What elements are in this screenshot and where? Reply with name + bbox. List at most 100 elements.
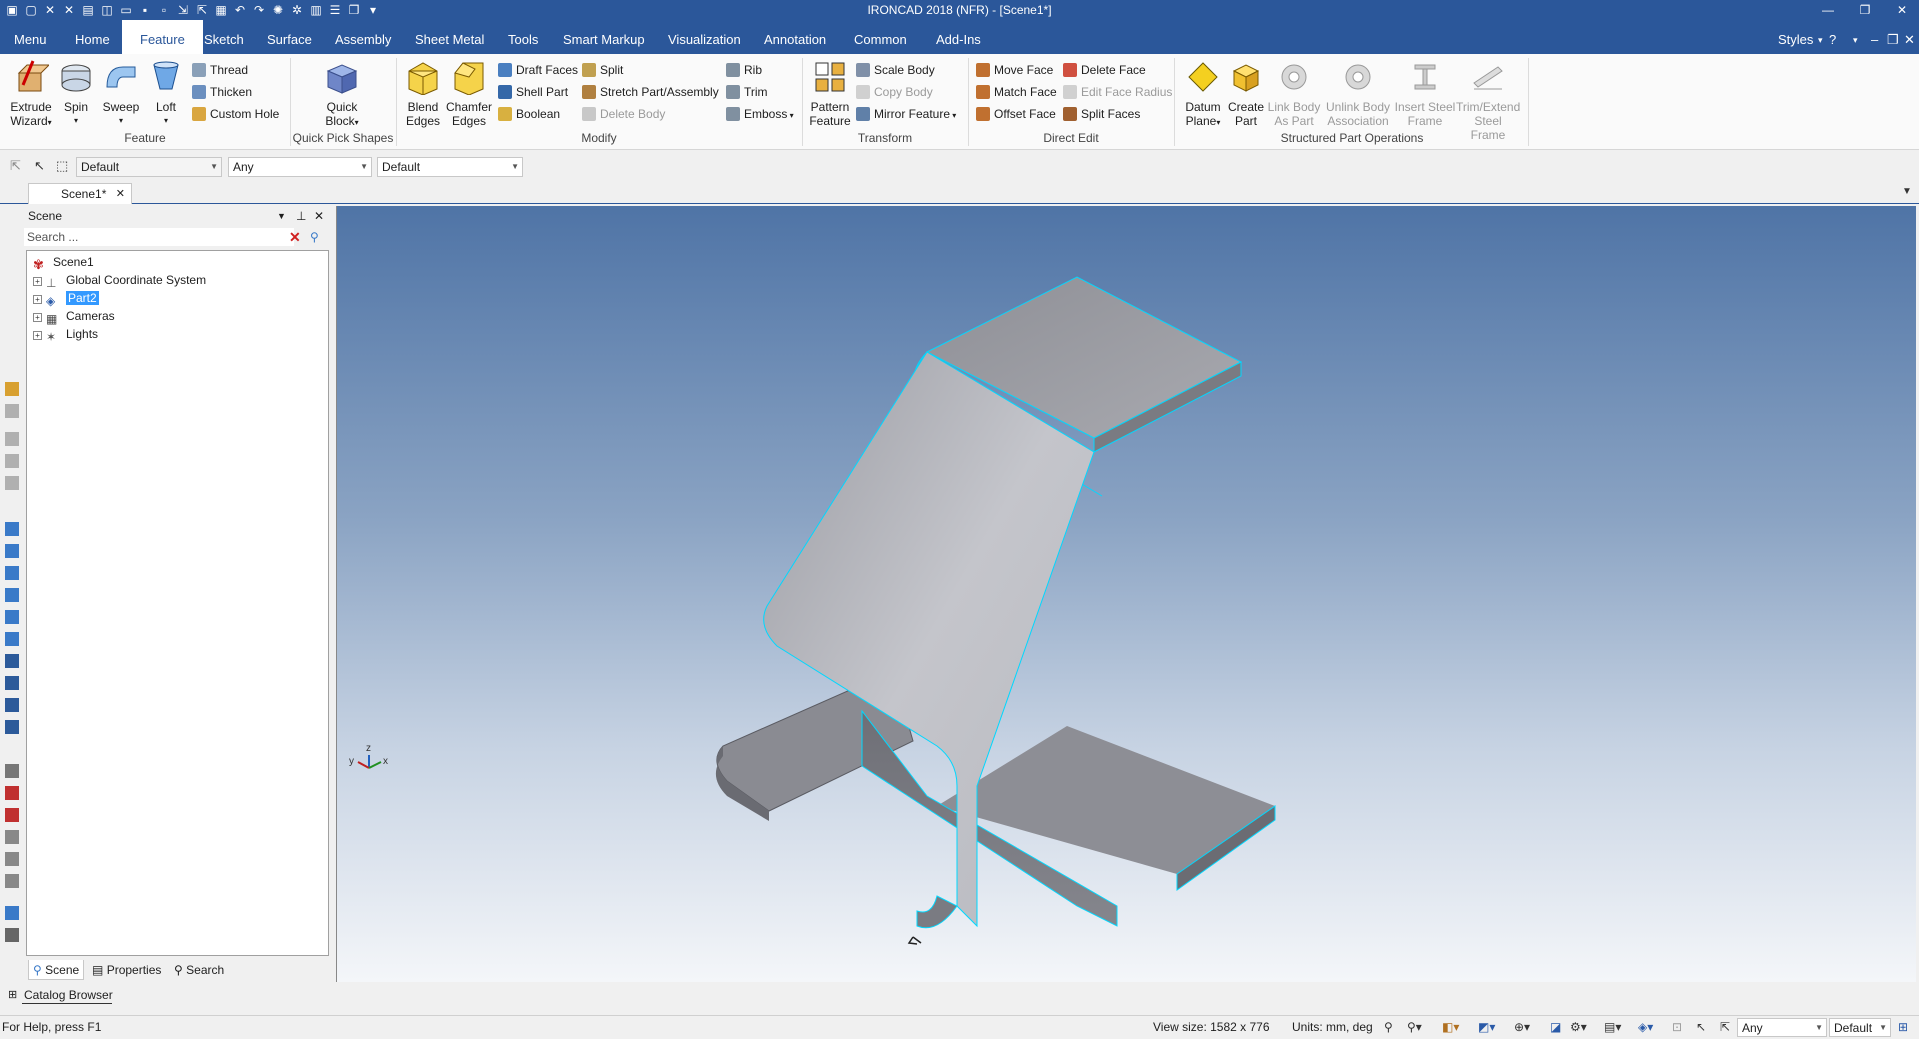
disabled-tool-icon[interactable]: ⊡ xyxy=(1672,1016,1682,1038)
zoom-dropdown-icon[interactable]: ⚲▾ xyxy=(1407,1016,1422,1038)
network-icon[interactable]: ⊞ xyxy=(1898,1016,1908,1038)
delete-body-button[interactable]: Delete Body xyxy=(582,105,665,123)
catalog-browser-button[interactable]: Catalog Browser xyxy=(24,986,113,1004)
tab-home[interactable]: Home xyxy=(71,20,114,54)
trim-button[interactable]: Trim xyxy=(726,83,768,101)
thicken-button[interactable]: Thicken xyxy=(192,83,252,101)
status-filter-combo[interactable]: Any ▼ xyxy=(1737,1018,1827,1037)
create-part-button[interactable]: Create Part xyxy=(1226,59,1266,128)
tree-item-cameras[interactable]: + ▦ Cameras xyxy=(33,307,115,326)
tool-icon[interactable] xyxy=(5,544,19,558)
thread-button[interactable]: Thread xyxy=(192,61,248,79)
scene-search-input[interactable]: Search ... xyxy=(24,228,294,246)
mirror-feature-button[interactable]: Mirror Feature ▾ xyxy=(856,105,956,123)
tab-common[interactable]: Common xyxy=(850,20,911,54)
tool-dropdown-icon[interactable]: ⚙▾ xyxy=(1570,1016,1587,1038)
tool-icon[interactable] xyxy=(5,830,19,844)
chamfer-edges-button[interactable]: Chamfer Edges xyxy=(446,59,492,128)
select-icon[interactable]: ⇱ xyxy=(10,158,26,174)
tool-icon[interactable] xyxy=(5,928,19,942)
offset-face-button[interactable]: Offset Face xyxy=(976,105,1056,123)
tool-icon[interactable] xyxy=(5,476,19,490)
datum-plane-button[interactable]: Datum Plane▾ xyxy=(1180,59,1226,130)
expand-icon[interactable]: + xyxy=(33,277,42,286)
doc-minimize-icon[interactable]: – xyxy=(1871,20,1878,54)
tool-icon[interactable] xyxy=(5,654,19,668)
tool-icon[interactable] xyxy=(5,874,19,888)
tool-icon[interactable] xyxy=(5,852,19,866)
extrude-wizard-button[interactable]: Extrude Wizard▾ xyxy=(8,59,54,130)
close-tab-icon[interactable]: ✕ xyxy=(116,184,125,204)
move-face-button[interactable]: Move Face xyxy=(976,61,1053,79)
tool-icon[interactable] xyxy=(5,454,19,468)
tree-item-global-coordinate-system[interactable]: + ⊥ Global Coordinate System xyxy=(33,271,206,290)
delete-face-button[interactable]: Delete Face xyxy=(1063,61,1146,79)
tool-icon[interactable] xyxy=(5,698,19,712)
tab-scene[interactable]: ⚲ Scene xyxy=(28,960,85,980)
document-tab-scene1[interactable]: Scene1* ✕ xyxy=(28,183,132,204)
minimize-icon[interactable]: — xyxy=(1811,0,1845,20)
status-style-combo[interactable]: Default ▼ xyxy=(1829,1018,1891,1037)
tab-list-dropdown-icon[interactable]: ▼ xyxy=(1902,186,1912,197)
emboss-button[interactable]: Emboss ▾ xyxy=(726,105,794,123)
tab-visualization[interactable]: Visualization xyxy=(664,20,745,54)
tab-surface[interactable]: Surface xyxy=(263,20,316,54)
camera-icon[interactable]: ⊕▾ xyxy=(1514,1016,1530,1038)
tool-icon[interactable] xyxy=(5,382,19,396)
tab-assembly[interactable]: Assembly xyxy=(331,20,395,54)
shading-icon[interactable]: ◪ xyxy=(1550,1016,1561,1038)
spin-button[interactable]: Spin ▾ xyxy=(58,59,94,128)
select-icon[interactable]: ⇱ xyxy=(1720,1016,1730,1038)
quick-block-button[interactable]: Quick Block▾ xyxy=(322,59,362,130)
help-icon[interactable]: ? xyxy=(1829,20,1836,54)
expand-icon[interactable]: + xyxy=(33,313,42,322)
rib-button[interactable]: Rib xyxy=(726,61,762,79)
layer-icon[interactable]: ◈▾ xyxy=(1638,1016,1653,1038)
tab-smart-markup[interactable]: Smart Markup xyxy=(559,20,649,54)
match-face-button[interactable]: Match Face xyxy=(976,83,1057,101)
restore-icon[interactable]: ❐ xyxy=(1848,0,1882,20)
trim-extend-steel-frame-button[interactable]: Trim/Extend Steel Frame xyxy=(1456,59,1520,142)
copy-body-button[interactable]: Copy Body xyxy=(856,83,933,101)
draft-faces-button[interactable]: Draft Faces xyxy=(498,61,578,79)
unlink-body-association-button[interactable]: Unlink Body Association xyxy=(1324,59,1392,128)
expand-icon[interactable]: + xyxy=(33,295,42,304)
tool-icon[interactable] xyxy=(5,906,19,920)
loft-button[interactable]: Loft ▾ xyxy=(148,59,184,128)
view-icon[interactable]: ◧▾ xyxy=(1442,1016,1459,1038)
split-button[interactable]: Split xyxy=(582,61,623,79)
blend-edges-button[interactable]: Blend Edges xyxy=(404,59,442,128)
close-icon[interactable]: ✕ xyxy=(1885,0,1919,20)
tab-annotation[interactable]: Annotation xyxy=(760,20,830,54)
tree-item-part2[interactable]: + ◈ Part2 xyxy=(33,289,99,308)
display-icon[interactable]: ▤▾ xyxy=(1604,1016,1621,1038)
doc-restore-icon[interactable]: ❐ xyxy=(1887,20,1899,54)
tree-item-scene1[interactable]: ✾ Scene1 xyxy=(33,253,94,272)
tool-icon[interactable] xyxy=(5,764,19,778)
style-combo[interactable]: Default ▼ xyxy=(76,157,222,177)
tab-search[interactable]: ⚲ Search xyxy=(170,960,228,980)
pointer-icon[interactable]: ↖ xyxy=(1696,1016,1706,1038)
pointer-icon[interactable]: ↖ xyxy=(34,158,50,174)
3d-viewport[interactable]: z y x xyxy=(336,206,1916,982)
tool-icon[interactable] xyxy=(5,588,19,602)
tool-icon[interactable] xyxy=(5,522,19,536)
tab-sketch[interactable]: Sketch xyxy=(200,20,248,54)
tree-item-lights[interactable]: + ✶ Lights xyxy=(33,325,98,344)
tool-icon[interactable] xyxy=(5,676,19,690)
stretch-button[interactable]: Stretch Part/Assembly xyxy=(582,83,719,101)
zoom-icon[interactable]: ⚲ xyxy=(1384,1016,1393,1038)
window-select-icon[interactable]: ⬚ xyxy=(56,158,72,174)
tab-feature[interactable]: Feature xyxy=(122,20,203,54)
render-icon[interactable]: ◩▾ xyxy=(1478,1016,1495,1038)
link-body-as-part-button[interactable]: Link Body As Part xyxy=(1266,59,1322,128)
tool-icon[interactable] xyxy=(5,808,19,822)
material-combo[interactable]: Default ▼ xyxy=(377,157,523,177)
tool-icon[interactable] xyxy=(5,404,19,418)
anchor-icon[interactable] xyxy=(907,936,922,945)
tool-icon[interactable] xyxy=(5,566,19,580)
clear-search-icon[interactable]: ✕ xyxy=(289,230,304,245)
tool-icon[interactable] xyxy=(5,610,19,624)
custom-hole-button[interactable]: Custom Hole xyxy=(192,105,279,123)
shell-part-button[interactable]: Shell Part xyxy=(498,83,568,101)
